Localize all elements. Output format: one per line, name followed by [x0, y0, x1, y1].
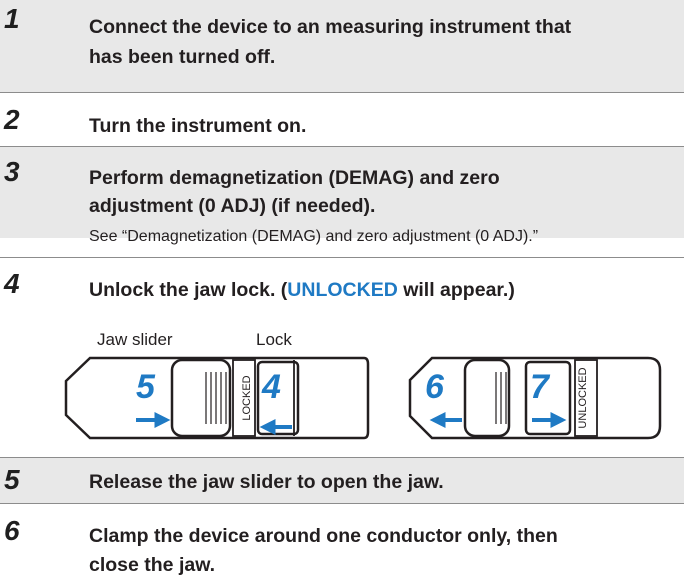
unlocked-label: UNLOCKED — [577, 367, 589, 428]
locked-device-diagram — [64, 356, 370, 440]
step-text-line: Clamp the device around one conductor on… — [89, 525, 558, 547]
step-number: 6 — [4, 515, 20, 546]
locked-label: LOCKED — [241, 375, 253, 420]
mark-4: 4 — [261, 368, 281, 406]
mark-5: 5 — [136, 368, 156, 406]
jaw-slider — [463, 358, 511, 438]
mark-6: 6 — [425, 368, 445, 406]
step-number: 5 — [4, 464, 20, 495]
mark-7: 7 — [530, 368, 551, 406]
step-6: 6 Clamp the device around one conductor … — [0, 503, 684, 576]
step-text-line: Release the jaw slider to open the jaw. — [89, 471, 444, 493]
step-5: 5 Release the jaw slider to open the jaw… — [0, 457, 684, 503]
